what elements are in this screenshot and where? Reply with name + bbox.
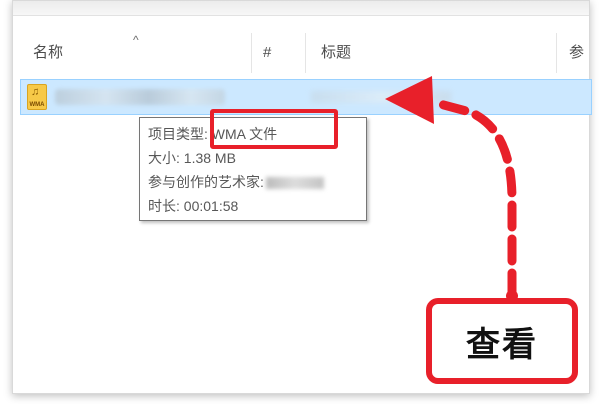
dashed-arrow-path	[435, 99, 517, 300]
view-callout-label: 查看	[466, 324, 538, 365]
view-callout-badge: 查看	[426, 298, 578, 384]
arrow-head	[385, 76, 434, 124]
